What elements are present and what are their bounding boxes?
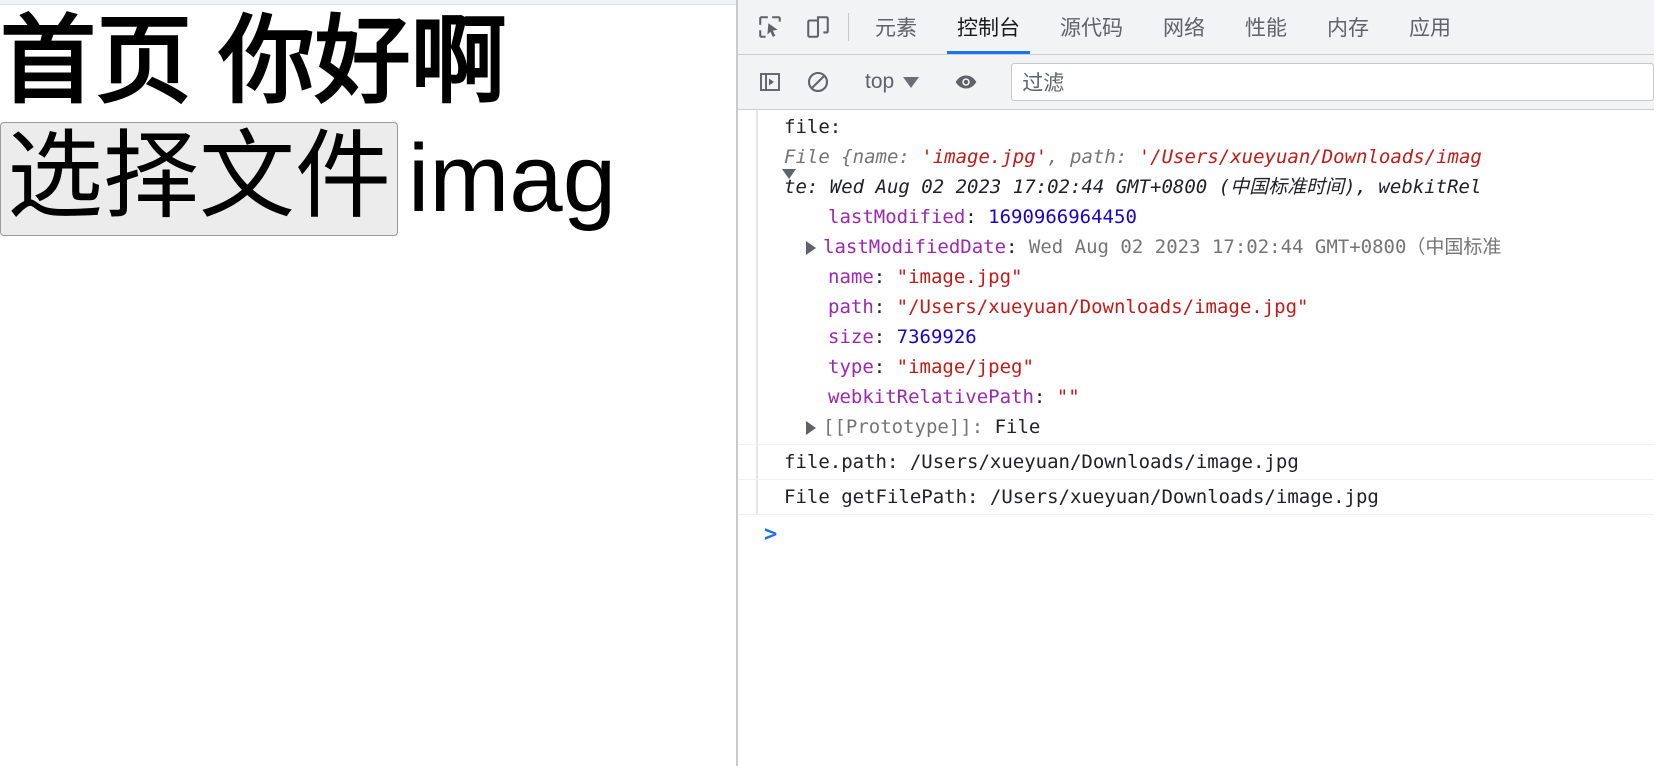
- property-key: name: [828, 266, 874, 288]
- devtools-tabbar: 元素 控制台 源代码 网络 性能 内存 应用: [738, 0, 1654, 55]
- choose-file-button[interactable]: 选择文件: [0, 122, 398, 236]
- filter-input[interactable]: 过滤: [1011, 63, 1654, 101]
- devtools-panel: 元素 控制台 源代码 网络 性能 内存 应用 top 过滤 file: File…: [738, 0, 1654, 766]
- preview-val-path: '/Users/xueyuan/Downloads/imag: [1138, 146, 1482, 168]
- object-expander-icon[interactable]: [782, 158, 803, 188]
- object-prototype-row[interactable]: [[Prototype]]: File: [784, 412, 1654, 442]
- message-text: file.path: /Users/xueyuan/Downloads/imag…: [784, 451, 1299, 473]
- property-value: "": [1056, 386, 1080, 408]
- preview-val-name: 'image.jpg': [921, 146, 1048, 168]
- message-gutter: [756, 110, 758, 444]
- prototype-value: File: [994, 416, 1041, 438]
- execution-context-label: top: [865, 70, 895, 93]
- object-preview-line-2: te: Wed Aug 02 2023 17:02:44 GMT+0800 (中…: [784, 176, 1482, 198]
- property-key: lastModifiedDate: [823, 236, 1007, 258]
- property-value: "image/jpeg": [896, 356, 1034, 378]
- live-expression-eye-icon[interactable]: [942, 69, 990, 95]
- console-prompt[interactable]: >: [738, 515, 1654, 549]
- property-key: type: [828, 356, 874, 378]
- tab-memory[interactable]: 内存: [1307, 0, 1389, 54]
- device-toolbar-icon[interactable]: [794, 0, 842, 54]
- message-text: File getFilePath: /Users/xueyuan/Downloa…: [784, 486, 1379, 508]
- property-value: 1690966964450: [988, 206, 1137, 228]
- preview-key-path: path: [1070, 146, 1116, 168]
- property-value: "image.jpg": [896, 266, 1023, 288]
- message-gutter: [756, 445, 758, 479]
- browser-window: 首页 你好啊 选择文件 imag 元素 控制台 源代码 网络 性能 内存 应用 …: [0, 0, 1656, 766]
- tab-sources[interactable]: 源代码: [1040, 0, 1143, 54]
- console-message-text[interactable]: file.path: /Users/xueyuan/Downloads/imag…: [738, 445, 1654, 480]
- property-value: 7369926: [896, 326, 977, 348]
- object-property-row[interactable]: path: "/Users/xueyuan/Downloads/image.jp…: [784, 292, 1654, 322]
- property-key: webkitRelativePath: [828, 386, 1034, 408]
- log-label: file:: [784, 116, 842, 138]
- prompt-chevron-icon: >: [764, 522, 778, 547]
- tab-elements[interactable]: 元素: [855, 0, 937, 54]
- property-value: Wed Aug 02 2023 17:02:44 GMT+0800（中国标准: [1028, 236, 1502, 258]
- console-message-object[interactable]: file: File {name: 'image.jpg', path: '/U…: [738, 110, 1654, 445]
- tab-performance[interactable]: 性能: [1225, 0, 1307, 54]
- preview-key-name: name: [852, 146, 899, 168]
- file-input-row: 选择文件 imag: [0, 122, 736, 236]
- object-property-row[interactable]: lastModifiedDate: Wed Aug 02 2023 17:02:…: [784, 232, 1654, 262]
- tab-console[interactable]: 控制台: [937, 0, 1040, 54]
- console-toolbar: top 过滤: [738, 55, 1654, 110]
- prototype-key: [[Prototype]]: [823, 416, 972, 438]
- property-value: "/Users/xueyuan/Downloads/image.jpg": [896, 296, 1309, 318]
- page-title: 首页 你好啊: [0, 8, 507, 115]
- object-property-row[interactable]: type: "image/jpeg": [784, 352, 1654, 382]
- object-preview-line-1: File {name: 'image.jpg', path: '/Users/x…: [784, 146, 1482, 168]
- triangle-down-icon: [782, 168, 796, 179]
- chevron-down-icon: [903, 76, 920, 88]
- clear-console-icon[interactable]: [794, 70, 842, 94]
- toolbar-divider: [848, 13, 849, 41]
- object-property-row[interactable]: size: 7369926: [784, 322, 1654, 352]
- object-property-row[interactable]: name: "image.jpg": [784, 262, 1654, 292]
- filter-placeholder: 过滤: [1022, 72, 1065, 95]
- console-sidebar-icon[interactable]: [746, 70, 794, 94]
- property-key: path: [828, 296, 874, 318]
- object-property-row[interactable]: webkitRelativePath: "": [784, 382, 1654, 412]
- console-message-text[interactable]: File getFilePath: /Users/xueyuan/Downloa…: [738, 480, 1654, 515]
- property-key: lastModified: [828, 206, 966, 228]
- console-output: file: File {name: 'image.jpg', path: '/U…: [738, 110, 1654, 766]
- triangle-right-icon[interactable]: [806, 420, 816, 435]
- selected-file-name: imag: [408, 125, 617, 233]
- message-gutter: [756, 480, 758, 514]
- page-viewport: 首页 你好啊 选择文件 imag: [0, 0, 738, 766]
- triangle-right-icon[interactable]: [806, 240, 816, 255]
- devtools-tabs: 元素 控制台 源代码 网络 性能 内存 应用: [855, 0, 1471, 54]
- object-property-row[interactable]: lastModified: 1690966964450: [784, 202, 1654, 232]
- property-key: size: [828, 326, 874, 348]
- tab-application[interactable]: 应用: [1389, 0, 1471, 54]
- execution-context-select[interactable]: top: [855, 70, 929, 94]
- page-content: 首页 你好啊 选择文件 imag: [0, 5, 736, 236]
- preview-sep: ,: [1047, 146, 1071, 168]
- inspect-element-icon[interactable]: [746, 0, 794, 54]
- tab-network[interactable]: 网络: [1143, 0, 1225, 54]
